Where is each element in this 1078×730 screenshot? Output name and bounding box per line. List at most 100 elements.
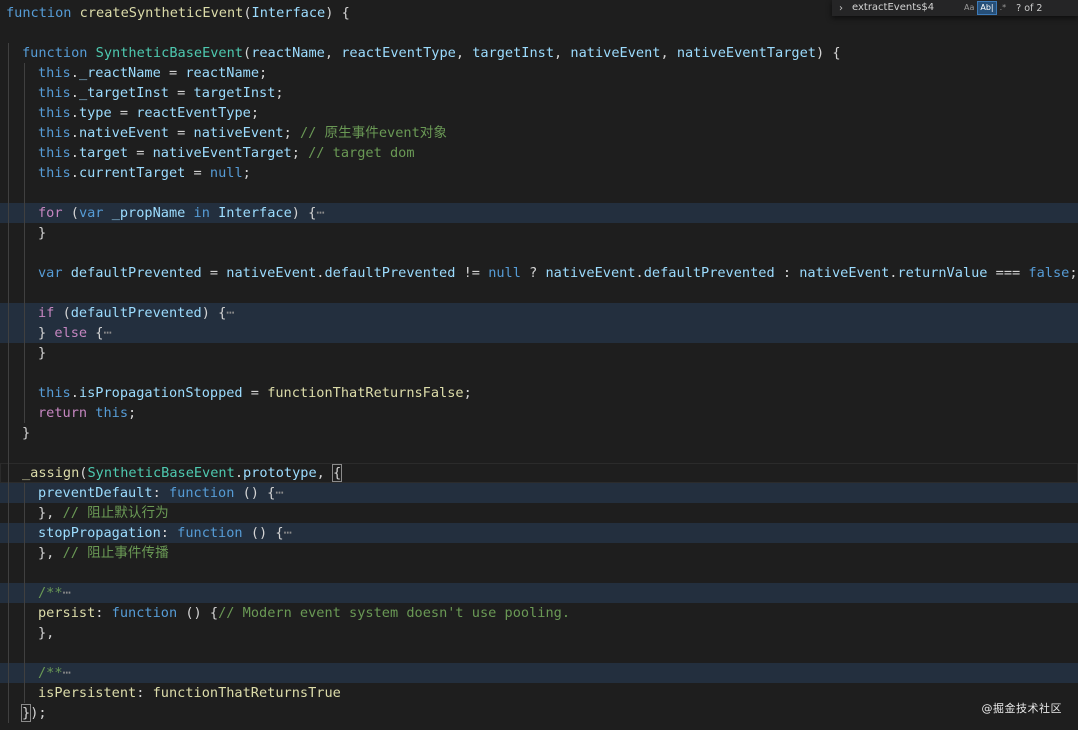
code-line[interactable]: }	[0, 343, 1078, 363]
code-token: functionThatReturnsFalse	[267, 385, 464, 401]
fold-ellipsis-icon[interactable]: ⋯	[275, 485, 283, 501]
code-token: createSyntheticEvent	[79, 5, 244, 21]
code-line[interactable]: }, // 阻止事件传播	[0, 543, 1078, 563]
fold-ellipsis-icon[interactable]: ⋯	[103, 325, 111, 341]
code-token: ;	[291, 145, 309, 161]
fold-ellipsis-icon[interactable]: ⋯	[316, 205, 324, 221]
fold-ellipsis-icon[interactable]: ⋯	[284, 525, 292, 541]
code-line[interactable]: preventDefault: function () {⋯	[0, 483, 1078, 503]
code-token: this	[38, 165, 71, 181]
code-token: nativeEvent	[570, 45, 661, 61]
fold-ellipsis-icon[interactable]: ⋯	[226, 305, 234, 321]
code-token: :	[152, 485, 169, 501]
code-line[interactable]: },	[0, 623, 1078, 643]
code-line[interactable]: stopPropagation: function () {⋯	[0, 523, 1078, 543]
code-line[interactable]	[0, 243, 1078, 263]
code-line[interactable]	[0, 363, 1078, 383]
code-line[interactable]: /**⋯	[0, 663, 1078, 683]
code-token: var	[78, 205, 112, 221]
code-token: ) {	[815, 45, 841, 61]
fold-ellipsis-icon[interactable]: ⋯	[63, 665, 71, 681]
code-token: returnValue	[897, 265, 988, 281]
code-line[interactable]: this._targetInst = targetInst;	[0, 83, 1078, 103]
code-text: this._reactName = reactName;	[0, 65, 267, 81]
code-line[interactable]: this.isPropagationStopped = functionThat…	[0, 383, 1078, 403]
code-token: .	[70, 65, 79, 81]
code-token: return	[38, 405, 96, 421]
code-token: (	[243, 45, 252, 61]
code-line[interactable]: return this;	[0, 403, 1078, 423]
code-line[interactable]	[0, 23, 1078, 43]
find-widget[interactable]: › extractEvents$4 Aa Ab| .* ? of 2	[832, 0, 1078, 16]
code-token: function	[177, 525, 251, 541]
code-line[interactable]: if (defaultPrevented) {⋯	[0, 303, 1078, 323]
code-text: this._targetInst = targetInst;	[0, 85, 284, 101]
code-token: =	[111, 105, 137, 121]
code-token: :	[95, 605, 112, 621]
code-line[interactable]	[0, 283, 1078, 303]
code-line[interactable]	[0, 443, 1078, 463]
code-token: function	[6, 5, 80, 21]
code-line[interactable]: } else {⋯	[0, 323, 1078, 343]
whole-word-toggle[interactable]: Ab|	[977, 1, 997, 15]
code-line[interactable]	[0, 183, 1078, 203]
code-token: // 阻止事件传播	[62, 545, 169, 561]
code-line[interactable]: var defaultPrevented = nativeEvent.defau…	[0, 263, 1078, 283]
code-token: .	[70, 385, 79, 401]
code-line[interactable]: });	[0, 703, 1078, 723]
code-token: =	[185, 165, 210, 181]
code-line[interactable]: isPersistent: functionThatReturnsTrue	[0, 683, 1078, 703]
code-text: }, // 阻止事件传播	[0, 545, 169, 561]
code-line[interactable]	[0, 563, 1078, 583]
match-case-toggle[interactable]: Aa	[962, 2, 976, 14]
code-token: () {	[185, 605, 219, 621]
code-token: },	[38, 545, 63, 561]
code-editor[interactable]: function createSyntheticEvent(Interface)…	[0, 3, 1078, 723]
fold-ellipsis-icon[interactable]: ⋯	[63, 585, 71, 601]
code-line[interactable]: function SyntheticBaseEvent(reactName, r…	[0, 43, 1078, 63]
code-line[interactable]: }	[0, 223, 1078, 243]
regex-toggle[interactable]: .*	[998, 2, 1009, 14]
code-line[interactable]: for (var _propName in Interface) {⋯	[0, 203, 1078, 223]
code-token: this	[38, 145, 71, 161]
code-token: =	[242, 385, 268, 401]
chevron-right-icon[interactable]: ›	[832, 3, 850, 14]
code-token: null	[488, 265, 521, 281]
find-input[interactable]: extractEvents$4	[850, 1, 960, 15]
code-text: }	[0, 225, 46, 241]
code-line[interactable]: this.currentTarget = null;	[0, 163, 1078, 183]
code-text: /**⋯	[0, 665, 71, 681]
code-line[interactable]: _assign(SyntheticBaseEvent.prototype, {	[0, 463, 1078, 483]
code-text: this.type = reactEventType;	[0, 105, 259, 121]
code-line[interactable]: this._reactName = reactName;	[0, 63, 1078, 83]
code-line[interactable]: }, // 阻止默认行为	[0, 503, 1078, 523]
code-token: reactEventType	[341, 45, 456, 61]
code-token: // Modern event system doesn't use pooli…	[218, 605, 571, 621]
code-line[interactable]	[0, 643, 1078, 663]
code-token: =	[128, 145, 153, 161]
code-line[interactable]: persist: function () {// Modern event sy…	[0, 603, 1078, 623]
code-line[interactable]: this.target = nativeEventTarget; // targ…	[0, 143, 1078, 163]
code-text: _assign(SyntheticBaseEvent.prototype, {	[0, 464, 343, 482]
code-token: nativeEventTarget	[676, 45, 816, 61]
code-token: ,	[554, 45, 571, 61]
code-text: stopPropagation: function () {⋯	[0, 525, 292, 541]
code-token: _targetInst	[78, 85, 169, 101]
code-token: :	[774, 265, 800, 281]
code-token: nativeEvent	[193, 125, 284, 141]
code-line[interactable]: this.type = reactEventType;	[0, 103, 1078, 123]
code-text: function createSyntheticEvent(Interface)…	[0, 5, 350, 21]
code-line[interactable]: this.nativeEvent = nativeEvent; // 原生事件e…	[0, 123, 1078, 143]
code-token: nativeEvent	[545, 265, 636, 281]
code-line[interactable]: }	[0, 423, 1078, 443]
code-token: .	[70, 145, 79, 161]
code-token: this	[38, 125, 71, 141]
code-line[interactable]: /**⋯	[0, 583, 1078, 603]
code-token: reactEventType	[136, 105, 251, 121]
code-token: =	[201, 265, 227, 281]
